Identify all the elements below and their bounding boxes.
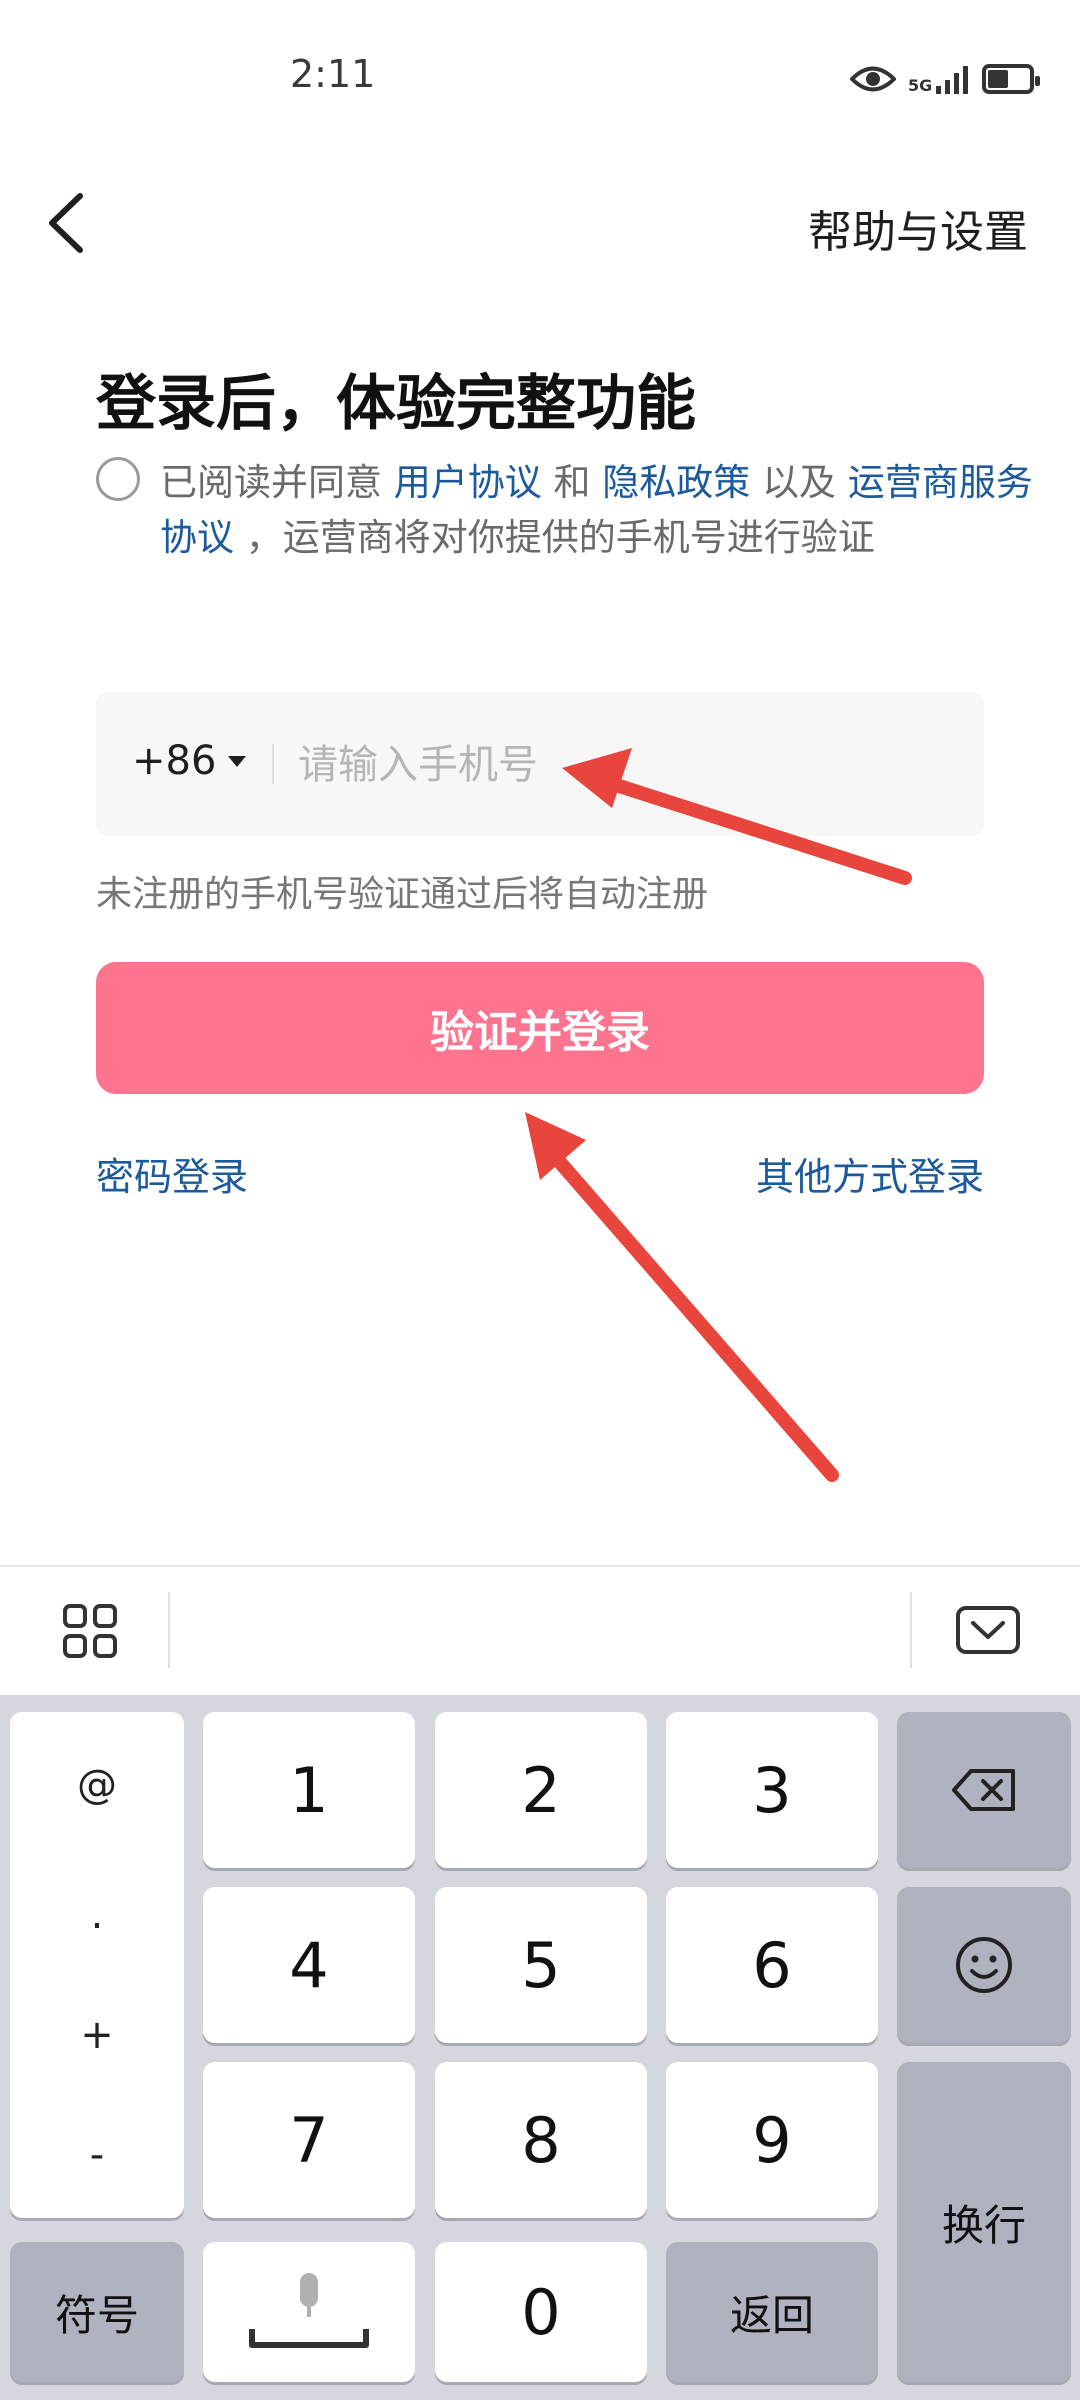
toolbar-divider: [168, 1592, 170, 1668]
emoji-icon: [956, 1937, 1012, 1993]
return-key[interactable]: 返回: [666, 2242, 878, 2382]
toolbar-divider: [910, 1592, 912, 1668]
arrow-to-input: [562, 748, 912, 885]
hide-keyboard-icon[interactable]: [955, 1605, 1021, 1655]
symbol-column[interactable]: @ . + -: [10, 1712, 184, 2218]
key-2[interactable]: 2: [435, 1712, 647, 1868]
symbols-key[interactable]: 符号: [10, 2242, 184, 2382]
microphone-icon: [249, 2273, 369, 2348]
key-0[interactable]: 0: [435, 2242, 647, 2382]
key-5[interactable]: 5: [435, 1887, 647, 2043]
newline-key[interactable]: 换行: [897, 2062, 1071, 2382]
key-3[interactable]: 3: [666, 1712, 878, 1868]
key-7[interactable]: 7: [203, 2062, 415, 2218]
backspace-icon: [952, 1769, 1015, 1811]
symbol-key-minus[interactable]: -: [10, 2132, 184, 2178]
symbol-key-at[interactable]: @: [10, 1762, 184, 1808]
grid-menu-icon[interactable]: [62, 1603, 118, 1659]
symbol-key-plus[interactable]: +: [10, 2012, 184, 2058]
arrow-to-button: [525, 1112, 839, 1482]
numeric-keyboard: @ . + - 1 2 3 4 5 6 7 8 9 换行 符号 0 返回: [0, 1695, 1080, 2400]
emoji-key[interactable]: [897, 1887, 1071, 2043]
key-9[interactable]: 9: [666, 2062, 878, 2218]
keyboard-toolbar: [0, 1565, 1080, 1697]
key-8[interactable]: 8: [435, 2062, 647, 2218]
key-6[interactable]: 6: [666, 1887, 878, 2043]
key-1[interactable]: 1: [203, 1712, 415, 1868]
annotation-arrows: [525, 748, 912, 1482]
key-4[interactable]: 4: [203, 1887, 415, 2043]
space-voice-key[interactable]: [203, 2242, 415, 2382]
backspace-key[interactable]: [897, 1712, 1071, 1868]
symbol-key-dot[interactable]: .: [10, 1892, 184, 1938]
